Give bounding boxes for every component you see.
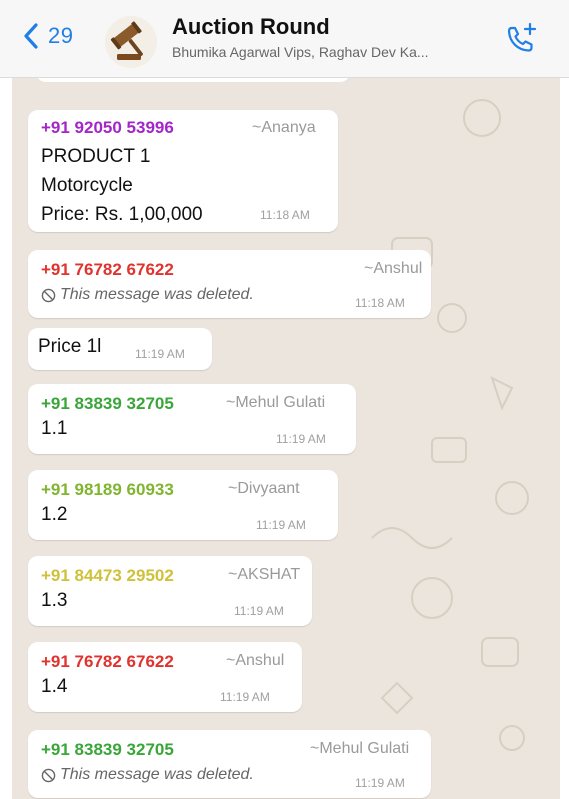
sender-phone[interactable]: +91 83839 32705 xyxy=(41,394,174,414)
message-text: PRODUCT 1 Motorcycle Price: Rs. 1,00,000 xyxy=(41,146,203,225)
sender-alias: ~Mehul Gulati xyxy=(226,394,326,411)
sender-alias: ~Mehul Gulati xyxy=(310,740,410,757)
message-bubble[interactable]: +91 76782 67622 ~Anshul This message was… xyxy=(28,250,431,318)
sender-phone[interactable]: +91 76782 67622 xyxy=(41,652,174,672)
group-avatar[interactable] xyxy=(105,16,157,68)
add-call-button[interactable] xyxy=(500,20,540,60)
message-text: 1.3 xyxy=(41,590,68,611)
message-bubble[interactable]: +91 92050 53996 ~Ananya PRODUCT 1 Motorc… xyxy=(28,110,338,232)
sender-alias: ~Divyaant xyxy=(228,480,300,497)
message-list[interactable]: +91 92050 53996 ~Ananya PRODUCT 1 Motorc… xyxy=(12,78,560,799)
previous-message-edge xyxy=(36,78,350,82)
sender-alias: ~Anshul xyxy=(364,260,423,277)
back-button[interactable]: 29 xyxy=(22,22,73,50)
message-text: 1.4 xyxy=(41,676,68,697)
sender-phone[interactable]: +91 92050 53996 xyxy=(41,118,174,138)
prohibited-icon xyxy=(41,288,56,302)
message-bubble[interactable]: Price 1l 11:19 AM xyxy=(28,328,212,370)
message-bubble[interactable]: +91 83839 32705 ~Mehul Gulati 1.1 11:19 … xyxy=(28,384,356,454)
message-bubble[interactable]: +91 98189 60933 ~Divyaant 1.2 11:19 AM xyxy=(28,470,338,540)
message-bubble[interactable]: +91 76782 67622 ~Anshul 1.4 11:19 AM xyxy=(28,642,302,712)
chat-info[interactable]: Auction Round Bhumika Agarwal Vips, Ragh… xyxy=(172,14,502,62)
prohibited-icon xyxy=(41,768,56,782)
chat-title: Auction Round xyxy=(172,14,330,39)
sender-phone[interactable]: +91 84473 29502 xyxy=(41,566,174,586)
message-bubble[interactable]: +91 84473 29502 ~AKSHAT 1.3 11:19 AM xyxy=(28,556,312,626)
chevron-left-icon xyxy=(24,23,38,49)
sender-alias: ~Anshul xyxy=(226,652,285,669)
sender-phone[interactable]: +91 98189 60933 xyxy=(41,480,174,500)
message-time: 11:19 AM xyxy=(276,432,326,446)
participants-list: Bhumika Agarwal Vips, Raghav Dev Ka... xyxy=(172,44,429,60)
message-text: 1.2 xyxy=(41,504,68,525)
add-call-icon xyxy=(507,22,537,52)
unread-count: 29 xyxy=(48,23,74,48)
message-time: 11:19 AM xyxy=(220,690,270,704)
sender-alias: ~AKSHAT xyxy=(228,566,301,583)
message-time: 11:19 AM xyxy=(355,776,405,790)
sender-phone[interactable]: +91 83839 32705 xyxy=(41,740,174,760)
message-time: 11:19 AM xyxy=(135,347,185,361)
chat-header: 29 Auction Round Bhumika Agarwal Vips, R… xyxy=(0,0,569,78)
gavel-icon xyxy=(105,16,157,68)
sender-alias: ~Ananya xyxy=(252,119,316,136)
message-time: 11:19 AM xyxy=(234,604,284,618)
deleted-notice: This message was deleted. xyxy=(41,286,254,304)
message-time: 11:18 AM xyxy=(355,296,405,310)
deleted-notice: This message was deleted. xyxy=(41,766,254,784)
message-text: 1.1 xyxy=(41,418,68,439)
sender-phone[interactable]: +91 76782 67622 xyxy=(41,260,174,280)
message-time: 11:18 AM xyxy=(260,208,310,222)
message-time: 11:19 AM xyxy=(256,518,306,532)
message-text: Price 1l xyxy=(38,336,102,357)
message-bubble[interactable]: +91 83839 32705 ~Mehul Gulati This messa… xyxy=(28,730,431,798)
